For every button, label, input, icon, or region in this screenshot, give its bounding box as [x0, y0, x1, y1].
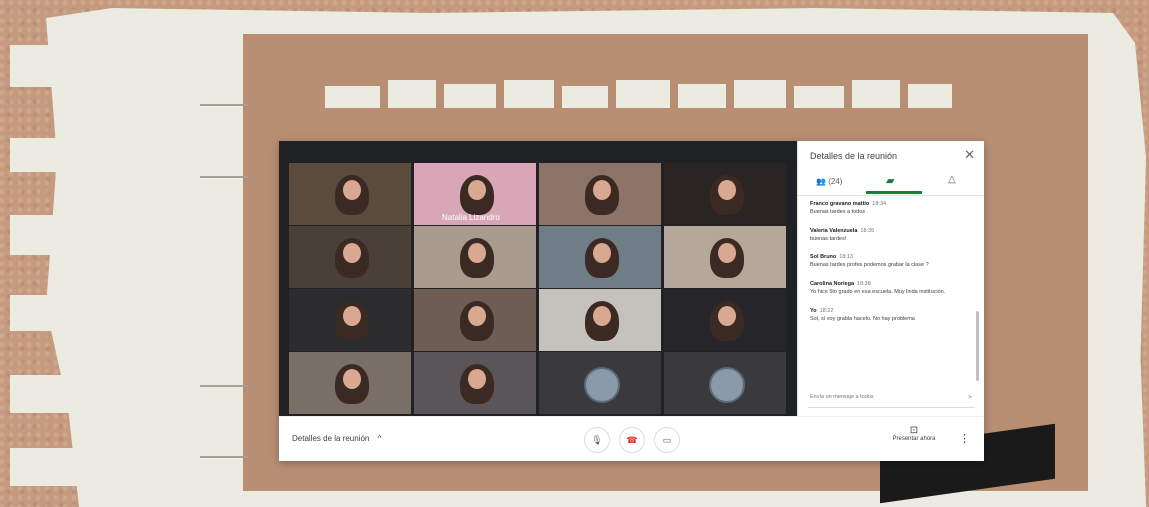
video-tile[interactable]: [539, 352, 661, 414]
margin-line: [200, 456, 248, 458]
video-tile[interactable]: [664, 352, 786, 414]
chat-input[interactable]: [808, 393, 952, 401]
message-sender: Carolina Noriega 18:38: [810, 281, 975, 287]
avatar: [584, 367, 620, 403]
tab-chat[interactable]: ▰: [886, 174, 894, 187]
control-bar: Detalles de la reunión ^ 🎙 ☎ ▭ ⊡ Present…: [279, 416, 984, 461]
send-icon[interactable]: ➤: [967, 393, 973, 401]
video-tile[interactable]: [289, 352, 411, 414]
people-count: (24): [828, 177, 843, 186]
chat-message: Sol Bruno 18:13 Buenas tardes profes podem…: [810, 254, 975, 270]
message-time: 18:13: [839, 254, 854, 261]
message-text: Yo hice 5to grado en esa escuela. Muy li…: [810, 289, 946, 296]
video-tile[interactable]: Natalia Lizandro: [414, 163, 536, 225]
video-tile[interactable]: [664, 289, 786, 351]
message-sender: Franco gravano mattio 18:34: [810, 201, 975, 207]
participant-name: Natalia Lizandro: [442, 213, 500, 222]
video-tile[interactable]: [664, 163, 786, 225]
camera-icon: ▭: [662, 434, 672, 445]
video-tile[interactable]: [539, 289, 661, 351]
chevron-up-icon: ^: [377, 434, 382, 443]
chat-message: Valeria Valenzuela 18:35 buenas tardes!: [810, 228, 975, 244]
margin-line: [200, 385, 248, 387]
activities-icon: △: [948, 174, 956, 185]
message-sender: Sol Bruno 18:13: [810, 254, 975, 260]
active-tab-indicator: [866, 191, 922, 194]
sender-name: Carolina Noriega: [810, 281, 855, 288]
microphone-icon: 🎙: [591, 434, 603, 445]
panel-title: Detalles de la reunión: [810, 151, 898, 161]
torn-paper-decoration: [325, 68, 965, 108]
video-tile[interactable]: [289, 226, 411, 288]
meeting-details-panel: Detalles de la reunión ✕ 👥 (24) ▰ △ Fran…: [797, 141, 984, 416]
meeting-details-button[interactable]: Detalles de la reunión ^: [292, 434, 381, 443]
sender-name: Franco gravano mattio: [810, 201, 870, 207]
video-tile[interactable]: [539, 163, 661, 225]
message-sender: Yo 18:22: [810, 308, 975, 314]
chat-message: Franco gravano mattio 18:34 Buenas tardes …: [810, 201, 975, 217]
chat-scrollbar[interactable]: [976, 311, 979, 381]
message-time: 18:22: [819, 307, 834, 314]
sender-name: Valeria Valenzuela: [810, 227, 858, 234]
chat-compose: ➤: [808, 393, 975, 408]
present-now-button[interactable]: ⊡ Presentar ahora: [884, 425, 944, 442]
message-time: 18:34: [872, 201, 887, 207]
close-icon[interactable]: ✕: [964, 147, 975, 163]
sender-name: Sol Bruno: [810, 254, 837, 261]
margin-line: [200, 104, 248, 106]
message-text: buenas tardes!: [810, 235, 847, 242]
video-grid: Natalia Lizandro: [279, 141, 797, 416]
message-text: Sol, sí voy grabla hacelo. No hay proble…: [810, 315, 915, 322]
margin-line: [200, 176, 248, 178]
message-time: 18:38: [857, 281, 871, 288]
video-tile[interactable]: [414, 352, 536, 414]
chat-message: Carolina Noriega 18:38 Yo hice 5to grado e…: [810, 281, 975, 297]
avatar: [709, 367, 745, 403]
more-options-icon[interactable]: ⋮: [959, 432, 970, 445]
torn-paper-edge: [0, 0, 135, 507]
sender-name: Yo: [810, 307, 817, 314]
video-tile[interactable]: [664, 226, 786, 288]
tab-people[interactable]: 👥 (24): [816, 177, 842, 186]
chat-messages: Franco gravano mattio 18:34 Buenas tardes …: [810, 201, 975, 334]
video-tile[interactable]: [414, 226, 536, 288]
chat-message: Yo 18:22 Sol, sí voy grabla hacelo. No hay…: [810, 308, 975, 324]
message-text: Buenas tardes a todos: [810, 209, 866, 215]
message-time: 18:35: [860, 227, 875, 234]
message-sender: Valeria Valenzuela 18:35: [810, 228, 975, 234]
people-icon: 👥: [816, 177, 826, 186]
chat-icon: ▰: [886, 175, 895, 187]
tab-activities[interactable]: △: [948, 174, 956, 185]
video-tile[interactable]: [414, 289, 536, 351]
meeting-details-label: Detalles de la reunión: [292, 434, 370, 443]
hang-up-button[interactable]: ☎: [619, 427, 645, 453]
camera-button[interactable]: ▭: [654, 427, 680, 453]
present-icon: ⊡: [909, 425, 919, 436]
video-tile[interactable]: [289, 163, 411, 225]
hang-up-icon: ☎: [626, 434, 638, 445]
meet-window: Natalia Lizandro Detalles de la reunión …: [279, 141, 984, 461]
present-label: Presentar ahora: [892, 436, 936, 442]
video-tile[interactable]: [539, 226, 661, 288]
microphone-button[interactable]: 🎙: [584, 427, 610, 453]
message-text: Buenas tardes profes podemos grabar la c…: [810, 262, 929, 269]
video-tile[interactable]: [289, 289, 411, 351]
